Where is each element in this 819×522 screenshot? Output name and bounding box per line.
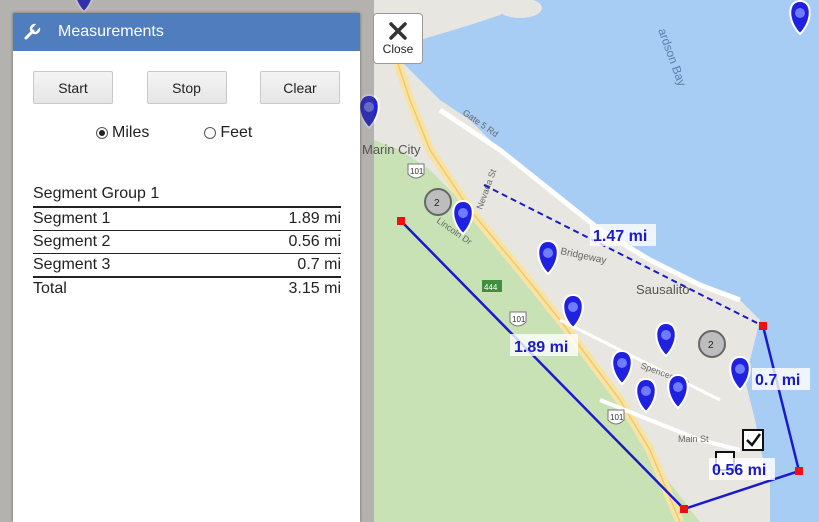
checkbox-marker-icon[interactable] [742, 429, 764, 451]
hwy-shield-444: 444 [482, 280, 502, 292]
clear-button[interactable]: Clear [260, 71, 340, 104]
total-label: Total [33, 280, 67, 297]
feet-label: Feet [220, 124, 253, 141]
measure-vertex[interactable] [680, 505, 688, 513]
svg-text:2: 2 [434, 198, 440, 209]
segment-label: Segment 3 [33, 256, 111, 273]
hwy-shield-101-c: 101 [607, 409, 625, 425]
miles-radio[interactable] [96, 127, 108, 139]
cluster-icon[interactable]: 2 [424, 188, 452, 216]
svg-text:1.47 mi: 1.47 mi [593, 228, 647, 245]
segment-label: Segment 1 [33, 210, 111, 227]
segment-value: 1.89 mi [288, 210, 341, 227]
miles-label: Miles [112, 124, 150, 141]
unit-option-feet[interactable]: Feet [204, 124, 252, 142]
button-row: Start Stop Clear [13, 51, 360, 104]
total-row: Total 3.15 mi [33, 277, 341, 300]
measurements-panel: Measurements Start Stop Clear Miles Feet… [13, 13, 360, 522]
label-main-st: Main St [678, 434, 709, 444]
panel-header: Measurements [13, 13, 360, 51]
measure-vertex[interactable] [759, 322, 767, 330]
measure-label-seg1: 1.89 mi [510, 334, 578, 356]
svg-text:0.7 mi: 0.7 mi [755, 372, 800, 389]
cluster-icon[interactable]: 2 [698, 330, 726, 358]
start-button[interactable]: Start [33, 71, 113, 104]
segment-row: Segment 3 0.7 mi [33, 254, 341, 277]
close-x-icon [389, 22, 407, 40]
close-label: Close [382, 42, 414, 56]
total-value: 3.15 mi [288, 280, 341, 297]
wrench-icon [24, 23, 41, 40]
hwy-shield-101-a: 101 [407, 163, 425, 179]
segment-value: 0.7 mi [297, 256, 341, 273]
measure-label-seg3: 0.7 mi [752, 368, 810, 390]
segment-group-title: Segment Group 1 [33, 185, 341, 208]
feet-radio[interactable] [204, 127, 217, 139]
measure-label-seg2: 0.56 mi [709, 458, 775, 480]
hwy-shield-101-b: 101 [509, 311, 527, 327]
close-button[interactable]: Close [373, 13, 423, 64]
segment-row: Segment 2 0.56 mi [33, 231, 341, 254]
panel-title: Measurements [58, 23, 164, 40]
svg-text:2: 2 [708, 340, 714, 351]
measure-vertex[interactable] [397, 217, 405, 225]
stop-button[interactable]: Stop [146, 71, 227, 104]
unit-selector: Miles Feet [13, 104, 360, 142]
measure-label-pending: 1.47 mi [590, 224, 656, 246]
segment-label: Segment 2 [33, 233, 111, 250]
unit-option-miles[interactable]: Miles [96, 124, 149, 142]
svg-text:1.89 mi: 1.89 mi [514, 339, 568, 356]
svg-text:444: 444 [484, 283, 498, 292]
svg-text:0.56 mi: 0.56 mi [712, 462, 766, 479]
svg-text:101: 101 [512, 315, 526, 324]
svg-text:101: 101 [410, 167, 424, 176]
segment-value: 0.56 mi [288, 233, 341, 250]
measure-vertex[interactable] [795, 467, 803, 475]
segment-row: Segment 1 1.89 mi [33, 208, 341, 231]
svg-text:101: 101 [610, 413, 624, 422]
results-table: Segment Group 1 Segment 1 1.89 mi Segmen… [33, 185, 341, 300]
